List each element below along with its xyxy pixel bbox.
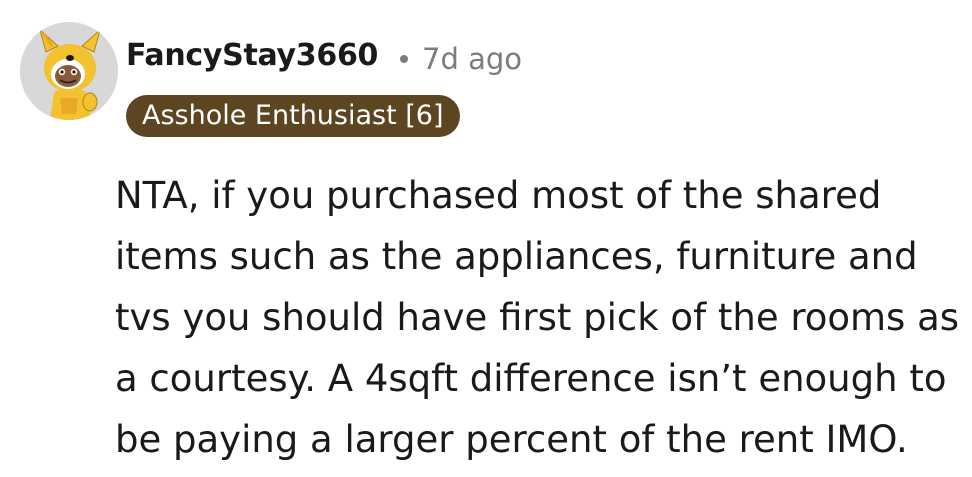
user-avatar[interactable]: [20, 22, 118, 120]
comment-meta: 7d ago: [400, 42, 522, 76]
user-flair-badge: Asshole Enthusiast [6]: [126, 95, 460, 137]
comment-timestamp[interactable]: 7d ago: [422, 42, 522, 76]
comment-card: FancyStay3660 7d ago Asshole Enthusiast …: [0, 0, 972, 477]
comment-body-text: NTA, if you purchased most of the shared…: [115, 174, 960, 461]
dot-separator-icon: [400, 55, 408, 63]
comment-author[interactable]: FancyStay3660: [126, 38, 378, 73]
snoo-avatar-icon: [20, 22, 118, 120]
